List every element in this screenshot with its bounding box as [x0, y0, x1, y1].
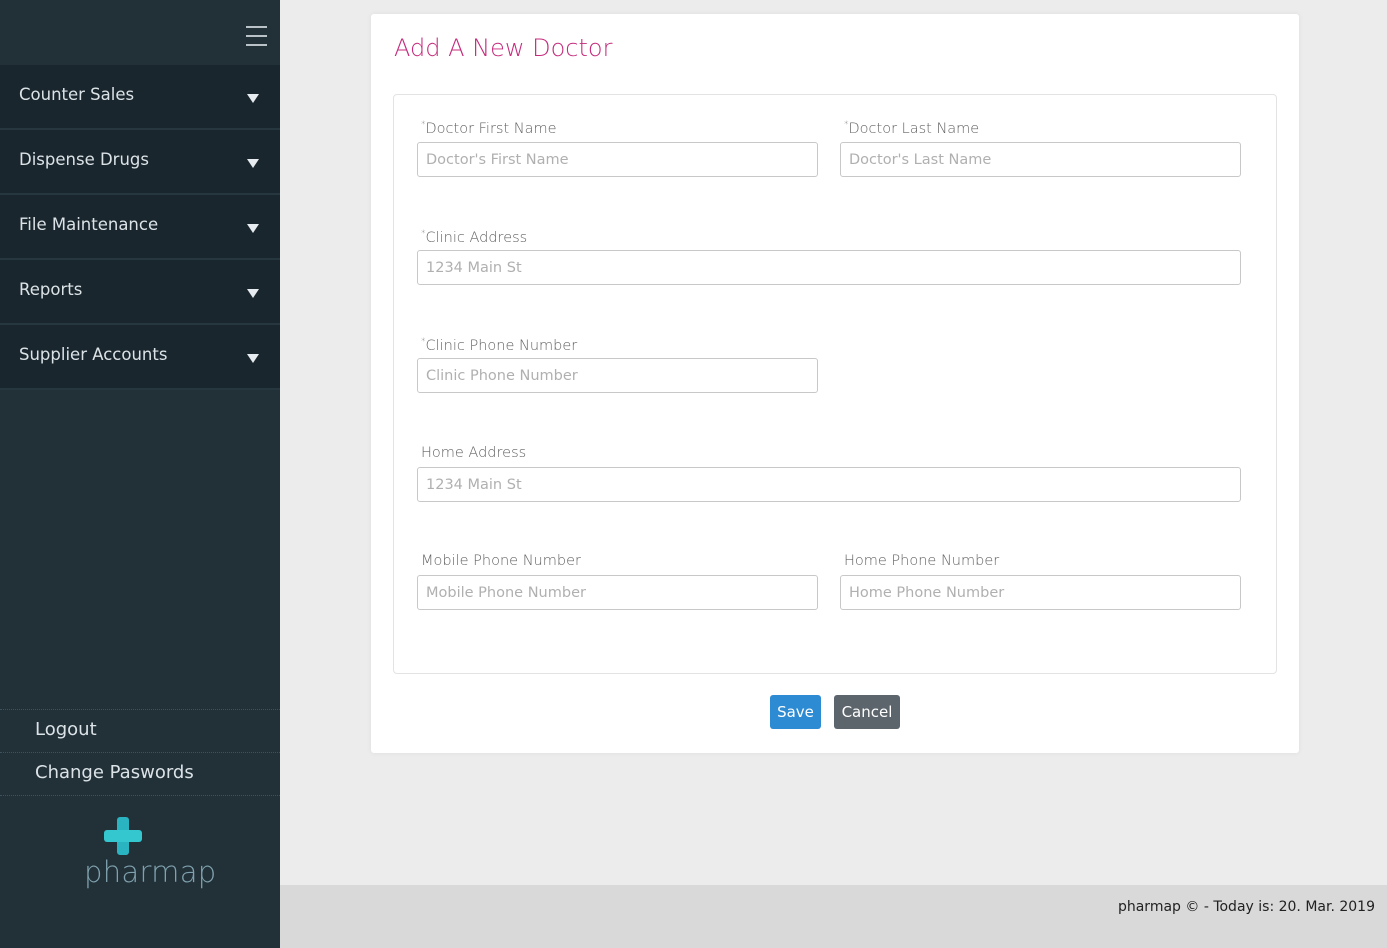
doctor-form: *Doctor First Name *Doctor Last Name *Cl… [393, 94, 1277, 674]
clinic-phone-input[interactable] [417, 358, 818, 393]
cross-icon-bar [104, 830, 142, 842]
change-password-link[interactable]: Change Paswords [0, 752, 280, 796]
footer-text: pharmap © - Today is: 20. Mar. 2019 [1117, 899, 1375, 915]
sidebar-item-counter-sales[interactable]: Counter Sales [0, 65, 280, 130]
sidebar: Counter Sales Dispense Drugs File Mainte… [0, 0, 280, 948]
account-links: Logout Change Paswords [0, 709, 280, 796]
caret-down-icon [247, 224, 259, 233]
sidebar-item-reports[interactable]: Reports [0, 260, 280, 325]
last-name-label: *Doctor Last Name [844, 120, 979, 137]
change-password-label: Change Paswords [35, 762, 194, 783]
sidebar-header [0, 0, 280, 65]
sidebar-item-dispense-drugs[interactable]: Dispense Drugs [0, 130, 280, 195]
last-name-label-text: Doctor Last Name [848, 120, 980, 137]
caret-down-icon [247, 354, 259, 363]
caret-down-icon [247, 94, 259, 103]
first-name-input[interactable] [417, 142, 818, 177]
clinic-phone-label-text: Clinic Phone Number [425, 337, 578, 354]
clinic-address-label: *Clinic Address [421, 229, 527, 246]
footer: pharmap © - Today is: 20. Mar. 2019 [280, 885, 1387, 948]
first-name-label-text: Doctor First Name [425, 120, 557, 137]
logout-label: Logout [35, 719, 97, 740]
cancel-button[interactable]: Cancel [834, 695, 900, 729]
clinic-address-label-text: Clinic Address [425, 229, 528, 246]
home-phone-input[interactable] [840, 575, 1241, 610]
sidebar-item-file-maintenance[interactable]: File Maintenance [0, 195, 280, 260]
sidebar-item-label: Supplier Accounts [19, 345, 168, 364]
sidebar-item-supplier-accounts[interactable]: Supplier Accounts [0, 325, 280, 390]
home-phone-label: Home Phone Number [844, 553, 1000, 569]
home-address-input[interactable] [417, 467, 1241, 502]
pharmap-logo: pharmap [84, 815, 216, 895]
clinic-address-input[interactable] [417, 250, 1241, 285]
mobile-phone-input[interactable] [417, 575, 818, 610]
hamburger-icon[interactable] [246, 25, 267, 47]
caret-down-icon [247, 289, 259, 298]
sidebar-item-label: Dispense Drugs [19, 150, 149, 169]
last-name-input[interactable] [840, 142, 1241, 177]
sidebar-item-label: Counter Sales [19, 85, 135, 104]
sidebar-item-label: Reports [19, 280, 83, 299]
save-button[interactable]: Save [770, 695, 821, 729]
mobile-phone-label: Mobile Phone Number [421, 553, 581, 569]
page-title: Add A New Doctor [394, 34, 613, 62]
logo-text: pharmap [84, 855, 217, 889]
add-doctor-card: Add A New Doctor *Doctor First Name *Doc… [371, 14, 1299, 753]
clinic-phone-label: *Clinic Phone Number [421, 337, 577, 354]
logout-link[interactable]: Logout [0, 709, 280, 752]
caret-down-icon [247, 159, 259, 168]
sidebar-item-label: File Maintenance [19, 215, 159, 234]
first-name-label: *Doctor First Name [421, 120, 557, 137]
home-address-label: Home Address [421, 445, 527, 461]
